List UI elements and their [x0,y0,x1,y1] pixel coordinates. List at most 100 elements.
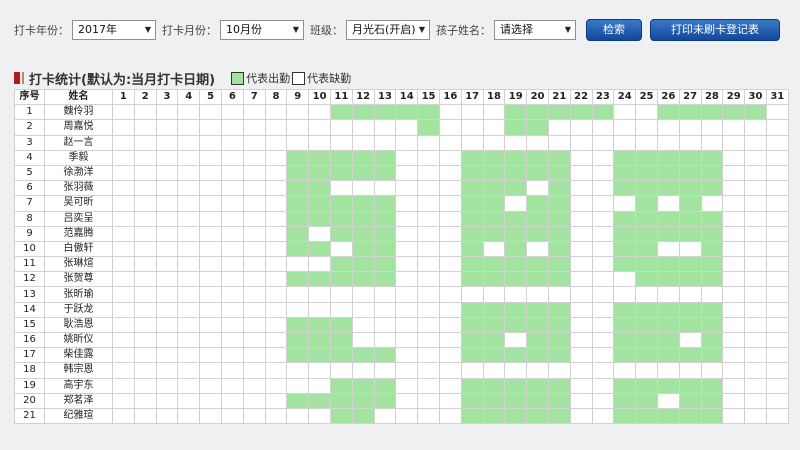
day-cell-absent [112,407,135,425]
day-cell-present [526,407,549,425]
day-cell-present [460,180,484,197]
day-cell-absent [744,377,767,394]
day-cell-absent [133,104,157,121]
day-cell-absent [744,407,767,425]
col-header-day-1: 1 [112,88,135,106]
day-cell-present [700,164,724,182]
day-cell-present [547,347,571,364]
child-name: 白傲轩 [44,240,113,258]
row-index: 19 [14,377,45,394]
day-cell-absent [395,180,419,197]
day-cell-absent [264,301,288,318]
table-row: 7 吴可昕 [14,195,789,212]
day-cell-absent [155,134,179,151]
day-cell-absent [395,210,419,227]
day-cell-absent [177,149,201,166]
day-cell-present [504,164,528,182]
day-cell-present [656,210,680,227]
day-cell-present [286,316,310,334]
child-select[interactable]: 请选择 ▼ [494,20,576,40]
day-cell-absent [177,225,201,242]
print-unswiped-button[interactable]: 打印未刷卡登记表 [650,19,780,41]
day-cell-absent [765,210,789,227]
day-cell-present [351,347,375,364]
day-cell-absent [569,195,593,212]
day-cell-present [547,210,571,227]
day-cell-absent [199,347,222,364]
day-cell-present [504,225,528,242]
day-cell-absent [155,286,179,303]
class-select[interactable]: 月光石(开启) ▼ [346,20,430,40]
day-cell-present [678,407,702,425]
day-cell-absent [112,210,135,227]
year-select[interactable]: 2017年 ▼ [72,20,156,40]
day-cell-absent [744,347,767,364]
day-cell-absent [177,271,201,288]
child-name: 吴可昕 [44,195,113,212]
day-cell-present [286,149,310,166]
day-cell-absent [177,164,201,182]
day-cell-present [656,164,680,182]
day-cell-absent [569,392,593,409]
table-row: 2 周嘉悦 [14,119,789,136]
day-cell-absent [242,407,266,425]
day-cell-absent [482,362,506,379]
day-cell-present [460,271,484,288]
day-cell-present [373,392,397,409]
day-cell-absent [155,195,179,212]
day-cell-absent [613,271,637,288]
day-cell-absent [417,407,440,425]
day-cell-absent [482,134,506,151]
day-cell-absent [133,256,157,273]
day-cell-absent [438,119,462,136]
day-cell-absent [133,149,157,166]
day-cell-present [547,240,571,258]
chevron-down-icon: ▼ [564,25,571,34]
day-cell-present [526,256,549,273]
day-cell-absent [547,286,571,303]
table-row: 18 韩宗恩 [14,362,789,379]
day-cell-absent [177,407,201,425]
day-cell-present [286,210,310,227]
day-cell-absent [177,195,201,212]
day-cell-absent [177,347,201,364]
row-index: 5 [14,164,45,182]
day-cell-absent [220,392,244,409]
month-select[interactable]: 10月份 ▼ [220,20,304,40]
table-row: 9 范嘉腾 [14,225,789,242]
day-cell-present [308,164,331,182]
day-cell-absent [242,164,266,182]
day-cell-present [460,377,484,394]
day-cell-absent [417,362,440,379]
day-cell-absent [460,286,484,303]
day-cell-absent [133,301,157,318]
day-cell-present [460,149,484,166]
day-cell-absent [569,347,593,364]
day-cell-present [351,164,375,182]
day-cell-present [482,195,506,212]
row-index: 8 [14,210,45,227]
day-cell-absent [220,164,244,182]
day-cell-absent [242,316,266,334]
day-cell-absent [678,240,702,258]
day-cell-absent [264,377,288,394]
day-cell-absent [765,301,789,318]
day-cell-present [373,347,397,364]
day-cell-present [351,256,375,273]
search-button[interactable]: 检索 [586,19,642,41]
day-cell-absent [308,301,331,318]
day-cell-absent [199,134,222,151]
day-cell-absent [613,362,637,379]
day-cell-absent [482,286,506,303]
day-cell-absent [264,316,288,334]
col-header-day-18: 18 [482,88,506,106]
day-cell-present [700,225,724,242]
day-cell-present [547,180,571,197]
day-cell-absent [177,210,201,227]
day-cell-present [678,225,702,242]
day-cell-absent [504,331,528,349]
day-cell-absent [177,119,201,136]
day-cell-absent [765,392,789,409]
table-row: 15 耿浩恩 [14,316,789,334]
day-cell-absent [569,240,593,258]
